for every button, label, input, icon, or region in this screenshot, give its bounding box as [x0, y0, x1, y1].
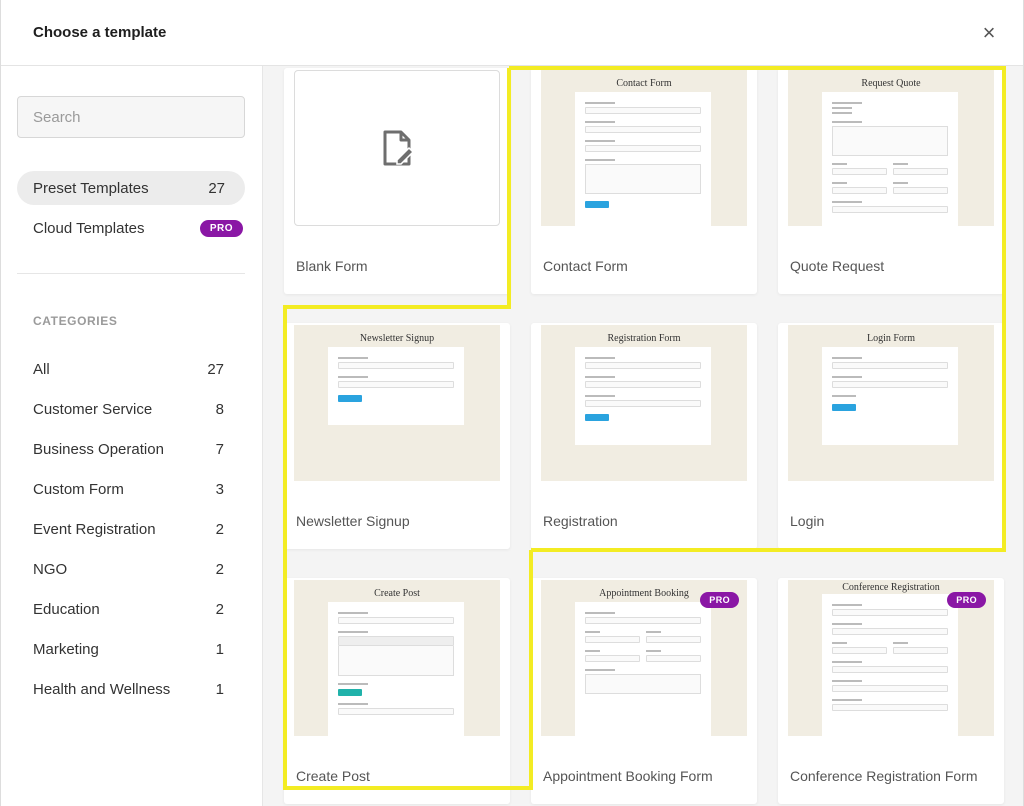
category-label: Customer Service	[33, 400, 153, 418]
mini-form-preview	[575, 92, 711, 226]
template-label: Login	[790, 513, 825, 529]
sidebar: Preset Templates 27 Cloud Templates PRO …	[1, 66, 263, 806]
template-label: Conference Registration Form	[790, 768, 978, 784]
template-card-login[interactable]: Login Form Login	[778, 323, 1004, 549]
nav-item-label: Preset Templates	[33, 179, 149, 197]
mini-form-preview	[328, 602, 464, 736]
nav-item-preset-templates[interactable]: Preset Templates 27	[17, 171, 245, 205]
thumbnail-title: Request Quote	[861, 78, 921, 89]
template-label: Quote Request	[790, 258, 885, 274]
category-item-business-operation[interactable]: Business Operation 7	[17, 429, 245, 469]
template-label: Contact Form	[543, 258, 628, 274]
template-grid: Blank Form Contact Form Contact Form Req…	[263, 66, 1023, 806]
template-thumbnail: Request Quote	[788, 70, 994, 226]
thumbnail-title: Contact Form	[616, 78, 672, 89]
pro-badge: PRO	[199, 219, 243, 237]
category-label: NGO	[33, 560, 68, 578]
category-count: 2	[215, 600, 224, 618]
thumbnail-title: Login Form	[866, 333, 916, 344]
template-card-contact-form[interactable]: Contact Form Contact Form	[531, 68, 757, 294]
close-icon[interactable]: ×	[977, 21, 1001, 45]
template-label: Newsletter Signup	[296, 513, 410, 529]
category-count: 2	[215, 520, 224, 538]
template-card-appointment-booking-form[interactable]: Appointment Booking PRO Appointment Book…	[531, 578, 757, 804]
category-item-ngo[interactable]: NGO 2	[17, 549, 245, 589]
template-thumbnail: Contact Form	[541, 70, 747, 226]
category-label: All	[33, 360, 50, 378]
category-count: 7	[215, 440, 224, 458]
template-label: Create Post	[296, 768, 370, 784]
modal-body: Preset Templates 27 Cloud Templates PRO …	[1, 66, 1023, 806]
template-card-blank-form[interactable]: Blank Form	[284, 68, 510, 294]
template-thumbnail: Registration Form	[541, 325, 747, 481]
template-thumbnail: Login Form	[788, 325, 994, 481]
template-card-quote-request[interactable]: Request Quote Quote Request	[778, 68, 1004, 294]
category-label: Custom Form	[33, 480, 124, 498]
category-item-health-and-wellness[interactable]: Health and Wellness 1	[17, 669, 245, 709]
template-thumbnail: Create Post	[294, 580, 500, 736]
category-count: 3	[215, 480, 224, 498]
template-label: Appointment Booking Form	[543, 768, 713, 784]
mini-form-preview	[575, 347, 711, 445]
template-modal: Choose a template × Preset Templates 27 …	[0, 0, 1024, 806]
categories-heading: CATEGORIES	[33, 314, 118, 328]
category-count: 27	[207, 360, 224, 378]
search-input[interactable]	[17, 96, 245, 138]
mini-form-preview	[575, 602, 711, 736]
thumbnail-title: Registration Form	[607, 333, 681, 344]
sidebar-divider	[17, 273, 245, 274]
mini-form-preview	[822, 594, 958, 736]
modal-title: Choose a template	[33, 24, 167, 41]
nav-item-label: Cloud Templates	[33, 219, 145, 237]
category-item-education[interactable]: Education 2	[17, 589, 245, 629]
template-label: Registration	[543, 513, 618, 529]
pro-badge: PRO	[700, 592, 739, 608]
add-document-icon	[383, 130, 415, 166]
template-card-newsletter-signup[interactable]: Newsletter Signup Newsletter Signup	[284, 323, 510, 549]
category-item-custom-form[interactable]: Custom Form 3	[17, 469, 245, 509]
nav-item-count: 27	[208, 179, 225, 197]
category-label: Education	[33, 600, 100, 618]
category-label: Marketing	[33, 640, 99, 658]
category-item-all[interactable]: All 27	[17, 349, 245, 389]
nav-item-cloud-templates[interactable]: Cloud Templates PRO	[17, 211, 245, 245]
category-count: 1	[215, 680, 224, 698]
blank-thumbnail	[294, 70, 500, 226]
modal-header: Choose a template ×	[1, 0, 1023, 66]
template-label: Blank Form	[296, 258, 368, 274]
template-card-conference-registration-form[interactable]: Conference Registration PRO Conference R…	[778, 578, 1004, 804]
mini-form-preview	[822, 92, 958, 226]
mini-form-preview	[328, 347, 464, 425]
category-label: Health and Wellness	[33, 680, 171, 698]
category-count: 2	[215, 560, 224, 578]
category-item-event-registration[interactable]: Event Registration 2	[17, 509, 245, 549]
thumbnail-title: Newsletter Signup	[359, 333, 435, 344]
template-card-create-post[interactable]: Create Post Create Post	[284, 578, 510, 804]
category-label: Business Operation	[33, 440, 164, 458]
template-source-nav: Preset Templates 27 Cloud Templates PRO	[17, 171, 245, 245]
category-list: All 27 Customer Service 8 Business Operati…	[17, 349, 245, 709]
thumbnail-title: Create Post	[374, 588, 420, 599]
category-item-customer-service[interactable]: Customer Service 8	[17, 389, 245, 429]
category-label: Event Registration	[33, 520, 156, 538]
category-count: 8	[215, 400, 224, 418]
template-card-registration[interactable]: Registration Form Registration	[531, 323, 757, 549]
pro-badge: PRO	[947, 592, 986, 608]
template-thumbnail: Newsletter Signup	[294, 325, 500, 481]
mini-form-preview	[822, 347, 958, 445]
category-count: 1	[215, 640, 224, 658]
category-item-marketing[interactable]: Marketing 1	[17, 629, 245, 669]
